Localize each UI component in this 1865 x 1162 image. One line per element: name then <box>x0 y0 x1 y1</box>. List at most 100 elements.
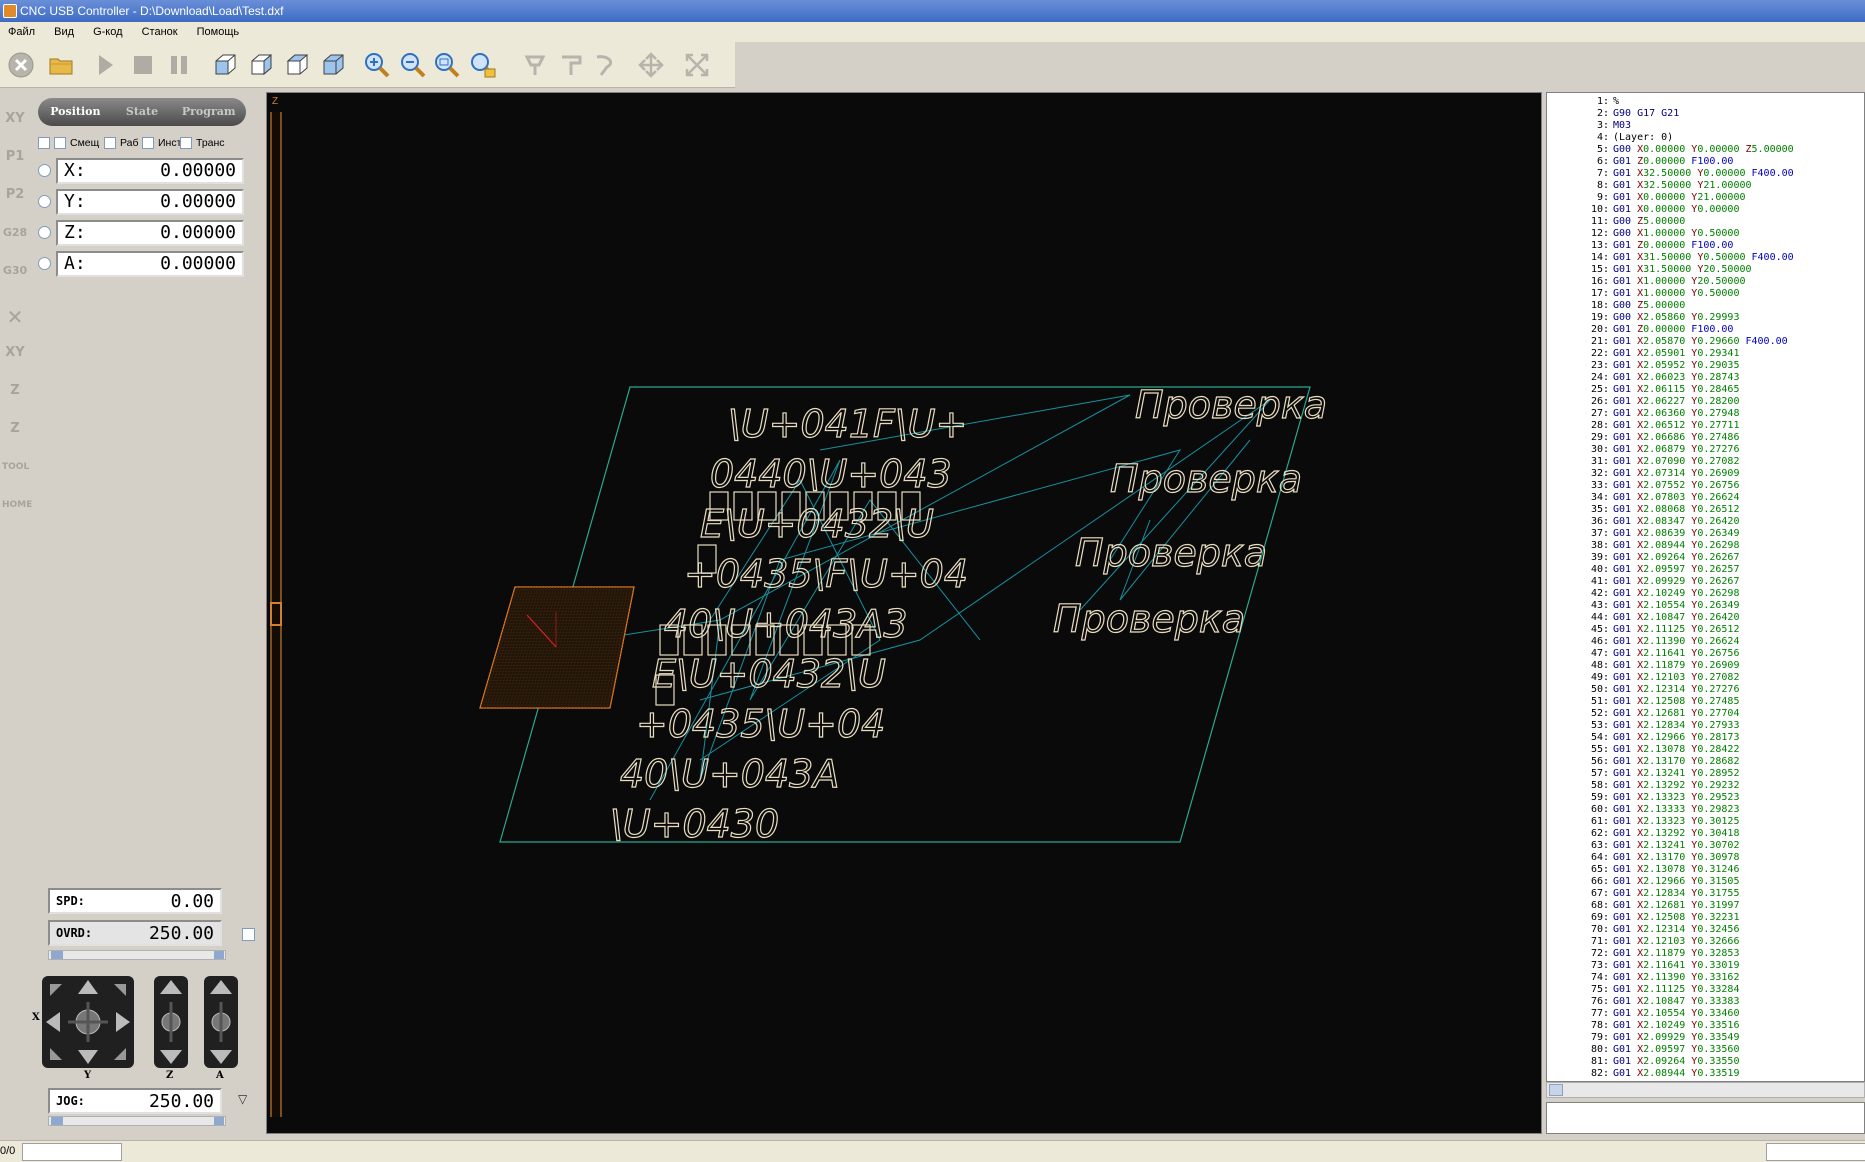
tab-position[interactable]: Position <box>42 98 109 126</box>
cross-icon[interactable]: ✕ <box>2 304 28 330</box>
arrow-right-icon[interactable] <box>116 1012 130 1032</box>
view-top-icon[interactable] <box>318 50 348 80</box>
tab-program[interactable]: Program <box>175 98 242 126</box>
axis-radio-y[interactable] <box>38 195 51 208</box>
line-number: 38: <box>1590 540 1609 551</box>
strip-p2[interactable]: P2 <box>2 182 28 208</box>
jog-pad-z[interactable] <box>154 976 188 1068</box>
move-icon[interactable] <box>682 50 712 80</box>
open-folder-icon[interactable] <box>46 50 76 80</box>
tab-state[interactable]: State <box>109 98 176 126</box>
axis-display-y[interactable]: Y: 0.00000 <box>56 189 244 215</box>
menu-help[interactable]: Помощь <box>189 22 248 42</box>
jog-step-display[interactable]: JOG: 250.00 <box>48 1088 222 1114</box>
jog-pad-xy[interactable] <box>42 976 134 1068</box>
zoom-fit-icon[interactable] <box>432 50 462 80</box>
gcode-text: G01 X2.13323 Y0.29523 <box>1613 792 1740 803</box>
menu-file[interactable]: Файл <box>0 22 43 42</box>
arrow-left-icon[interactable] <box>46 1012 60 1032</box>
gcode-text: % <box>1613 96 1620 107</box>
gcode-text: G01 Z0.00000 F100.00 <box>1613 240 1734 251</box>
slider-right-arrow[interactable] <box>214 1117 224 1125</box>
strip-probe-z[interactable]: Z <box>2 416 28 442</box>
spd-value: 0.00 <box>170 891 214 912</box>
stop-icon[interactable] <box>6 50 36 80</box>
view-iso-icon[interactable] <box>210 50 240 80</box>
checkbox-transform[interactable] <box>180 137 192 149</box>
line-number: 10: <box>1590 204 1609 215</box>
axis-display-x[interactable]: X: 0.00000 <box>56 158 244 184</box>
probe-icon[interactable] <box>590 50 620 80</box>
arrow-down-icon[interactable] <box>160 1050 182 1064</box>
line-number: 66: <box>1590 876 1609 887</box>
path-text: Проверка <box>1075 531 1267 575</box>
command-input[interactable] <box>1546 1102 1865 1134</box>
move-icon[interactable] <box>636 50 666 80</box>
axis-radio-a[interactable] <box>38 257 51 270</box>
strip-p1[interactable]: P1 <box>2 144 28 170</box>
play-icon[interactable] <box>90 50 120 80</box>
toolpath-viewport[interactable]: \U+041F\U+ 0440\U+043 E\U+0432\U +0435\F… <box>282 92 1542 1134</box>
menu-gcode[interactable]: G-код <box>85 22 130 42</box>
menu-machine[interactable]: Станок <box>134 22 186 42</box>
arrow-down-left-icon[interactable] <box>50 1048 62 1060</box>
gcode-text: G01 X2.13323 Y0.30125 <box>1613 816 1740 827</box>
arrow-up-icon[interactable] <box>78 980 98 994</box>
axis-radio-z[interactable] <box>38 226 51 239</box>
probe-icon[interactable] <box>520 50 550 80</box>
jog-slider[interactable] <box>48 1116 226 1126</box>
checkbox-all[interactable] <box>38 137 50 149</box>
strip-g30[interactable]: G30 <box>2 258 28 284</box>
line-number: 43: <box>1590 600 1609 611</box>
override-display[interactable]: OVRD: 250.00 <box>48 920 222 946</box>
line-number: 8: <box>1596 180 1609 191</box>
arrow-up-icon[interactable] <box>160 980 182 994</box>
z-ruler-marker[interactable] <box>270 602 282 626</box>
strip-zero-z[interactable]: Z <box>2 378 28 404</box>
strip-tool[interactable]: TOOL <box>2 454 29 480</box>
checkbox-work[interactable] <box>104 137 116 149</box>
line-number: 37: <box>1590 528 1609 539</box>
slider-thumb[interactable] <box>51 1117 63 1125</box>
gcode-listing[interactable]: 1:% 2: G90 G17 G21 3: M03 4: (Layer: 0) 5: G00 X… <box>1546 92 1865 1082</box>
line-number: 41: <box>1590 576 1609 587</box>
axis-display-a[interactable]: A: 0.00000 <box>56 251 244 277</box>
zoom-in-icon[interactable] <box>362 50 392 80</box>
arrow-down-right-icon[interactable] <box>114 1048 126 1060</box>
probe-icon[interactable] <box>556 50 586 80</box>
arrow-down-icon[interactable] <box>210 1050 232 1064</box>
view-front-icon[interactable] <box>246 50 276 80</box>
checkbox-offset[interactable] <box>54 137 66 149</box>
zoom-window-icon[interactable] <box>468 50 498 80</box>
jog-label-z: Z <box>166 1070 174 1081</box>
stop-square-icon[interactable] <box>128 50 158 80</box>
strip-g28[interactable]: G28 <box>2 220 28 246</box>
chevron-down-icon[interactable]: ▽ <box>238 1092 247 1106</box>
jog-pad-a[interactable] <box>204 976 238 1068</box>
menu-view[interactable]: Вид <box>46 22 82 42</box>
strip-zero-xy[interactable]: XY <box>2 340 28 366</box>
gcode-horizontal-scrollbar[interactable] <box>1546 1082 1865 1098</box>
line-number: 79: <box>1590 1032 1609 1043</box>
checkbox-tool[interactable] <box>142 137 154 149</box>
line-number: 40: <box>1590 564 1609 575</box>
zoom-out-icon[interactable] <box>398 50 428 80</box>
strip-origin-xy[interactable]: XY <box>2 106 28 132</box>
pause-icon[interactable] <box>164 50 194 80</box>
slider-thumb[interactable] <box>51 951 63 959</box>
gcode-text: G01 X2.11641 Y0.26756 <box>1613 648 1740 659</box>
arrow-up-right-icon[interactable] <box>114 984 126 996</box>
axis-radio-x[interactable] <box>38 164 51 177</box>
status-counter: 0/0 <box>0 1145 16 1157</box>
arrow-down-icon[interactable] <box>78 1050 98 1064</box>
slider-right-arrow[interactable] <box>214 951 224 959</box>
override-checkbox[interactable] <box>242 928 255 941</box>
strip-home[interactable]: HOME <box>2 492 32 518</box>
z-ruler[interactable] <box>270 112 282 1117</box>
axis-display-z[interactable]: Z: 0.00000 <box>56 220 244 246</box>
arrow-up-left-icon[interactable] <box>50 984 62 996</box>
override-slider[interactable] <box>48 950 226 960</box>
view-side-icon[interactable] <box>282 50 312 80</box>
scroll-left-arrow[interactable] <box>1549 1084 1563 1096</box>
arrow-up-icon[interactable] <box>210 980 232 994</box>
